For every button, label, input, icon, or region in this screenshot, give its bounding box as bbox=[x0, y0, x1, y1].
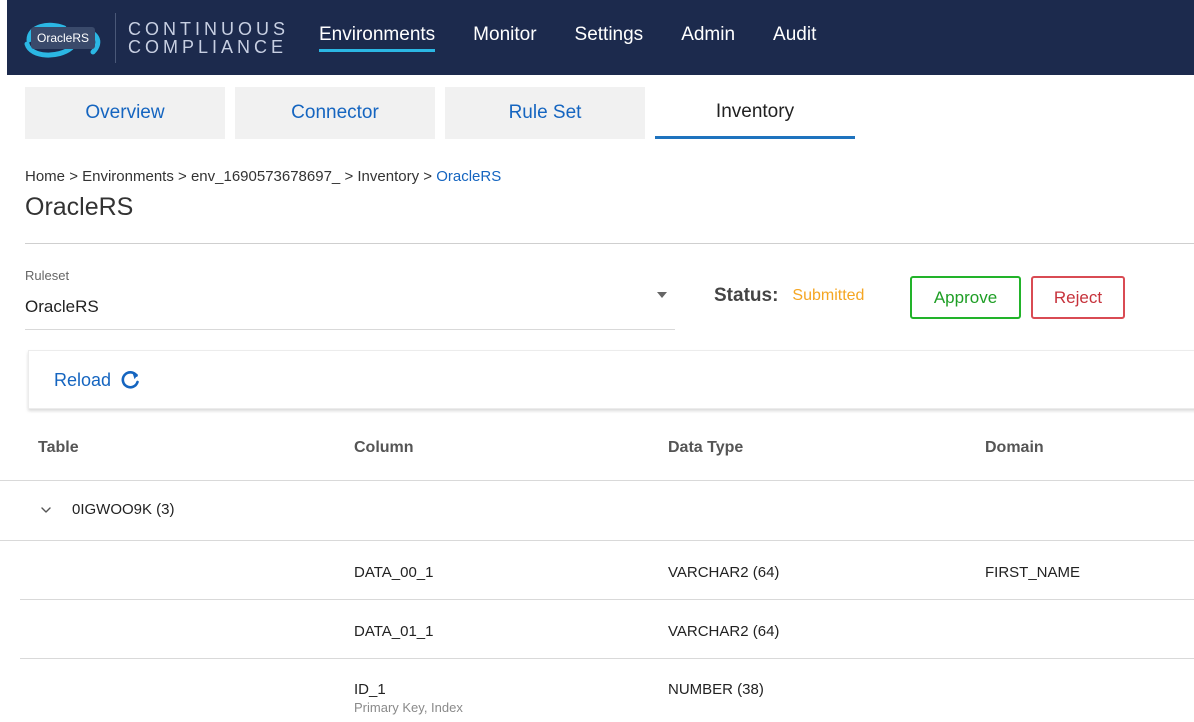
brand: OracleRS CONTINUOUS COMPLIANCE bbox=[7, 0, 289, 75]
breadcrumb-environment[interactable]: env_1690573678697_ bbox=[191, 168, 340, 185]
brand-line-2: COMPLIANCE bbox=[128, 36, 288, 57]
breadcrumb-environments[interactable]: Environments bbox=[82, 168, 174, 185]
ruleset-select[interactable]: Ruleset OracleRS bbox=[25, 268, 675, 330]
dropdown-caret-icon[interactable] bbox=[657, 292, 667, 298]
cell-domain[interactable]: FIRST_NAME bbox=[985, 564, 1080, 581]
breadcrumb-separator: > bbox=[423, 168, 433, 185]
status-badge: Submitted bbox=[792, 287, 865, 304]
nav-environments[interactable]: Environments bbox=[319, 24, 436, 52]
table-row[interactable]: DATA_01_1 VARCHAR2 (64) bbox=[20, 601, 1194, 659]
ruleset-value: OracleRS bbox=[25, 297, 99, 316]
table-header: Table Column Data Type Domain bbox=[0, 425, 1194, 481]
cell-column: ID_1 bbox=[354, 681, 386, 698]
table-row[interactable]: ID_1 Primary Key, Index NUMBER (38) bbox=[20, 660, 1194, 722]
nav-monitor[interactable]: Monitor bbox=[473, 24, 536, 52]
header-data-type[interactable]: Data Type bbox=[668, 439, 743, 457]
breadcrumb-separator: > bbox=[178, 168, 187, 185]
breadcrumb-home[interactable]: Home bbox=[25, 168, 65, 185]
cell-data-type: VARCHAR2 (64) bbox=[668, 564, 780, 581]
tab-connector[interactable]: Connector bbox=[235, 87, 435, 139]
page-title: OracleRS bbox=[25, 193, 134, 221]
breadcrumb-separator: > bbox=[69, 168, 78, 185]
status: Status: Submitted bbox=[714, 285, 864, 307]
status-label: Status: bbox=[714, 285, 779, 306]
header-column[interactable]: Column bbox=[354, 439, 414, 457]
chevron-down-icon[interactable] bbox=[40, 504, 52, 516]
brand-wordmark: CONTINUOUS COMPLIANCE bbox=[128, 20, 289, 56]
logo: OracleRS bbox=[19, 16, 109, 60]
group-label: 0IGWOO9K (3) bbox=[72, 501, 175, 518]
nav-audit[interactable]: Audit bbox=[773, 24, 816, 52]
app-badge[interactable]: OracleRS bbox=[31, 26, 96, 49]
brand-divider bbox=[115, 12, 116, 63]
approve-button[interactable]: Approve bbox=[910, 276, 1021, 319]
reject-button[interactable]: Reject bbox=[1031, 276, 1125, 319]
nav-admin[interactable]: Admin bbox=[681, 24, 735, 52]
table-group-row[interactable]: 0IGWOO9K (3) bbox=[0, 482, 1194, 541]
refresh-icon bbox=[121, 370, 139, 389]
brand-line-1: CONTINUOUS bbox=[128, 18, 289, 39]
nav-settings[interactable]: Settings bbox=[575, 24, 644, 52]
environment-tabs: Overview Connector Rule Set Inventory bbox=[25, 87, 865, 139]
cell-column: DATA_01_1 bbox=[354, 623, 434, 640]
table-row[interactable]: DATA_00_1 VARCHAR2 (64) FIRST_NAME bbox=[20, 542, 1194, 600]
title-divider bbox=[25, 243, 1194, 244]
cell-data-type: VARCHAR2 (64) bbox=[668, 623, 780, 640]
reload-button[interactable]: Reload bbox=[54, 369, 141, 391]
cell-column: DATA_00_1 bbox=[354, 564, 434, 581]
reload-label: Reload bbox=[54, 369, 112, 390]
header-table[interactable]: Table bbox=[38, 439, 79, 457]
ruleset-label: Ruleset bbox=[25, 268, 70, 283]
tab-overview[interactable]: Overview bbox=[25, 87, 225, 139]
reload-toolbar: Reload bbox=[28, 350, 1194, 409]
top-nav-bar: OracleRS CONTINUOUS COMPLIANCE Environme… bbox=[7, 0, 1194, 75]
tab-inventory[interactable]: Inventory bbox=[655, 87, 855, 139]
breadcrumb: Home > Environments > env_1690573678697_… bbox=[25, 168, 501, 185]
breadcrumb-separator: > bbox=[344, 168, 354, 185]
breadcrumb-inventory[interactable]: Inventory bbox=[357, 168, 419, 185]
main-nav: Environments Monitor Settings Admin Audi… bbox=[319, 0, 854, 75]
tab-rule-set[interactable]: Rule Set bbox=[445, 87, 645, 139]
header-domain[interactable]: Domain bbox=[985, 439, 1044, 457]
cell-column-note: Primary Key, Index bbox=[354, 700, 463, 715]
breadcrumb-current[interactable]: OracleRS bbox=[436, 168, 501, 185]
cell-data-type: NUMBER (38) bbox=[668, 681, 764, 698]
